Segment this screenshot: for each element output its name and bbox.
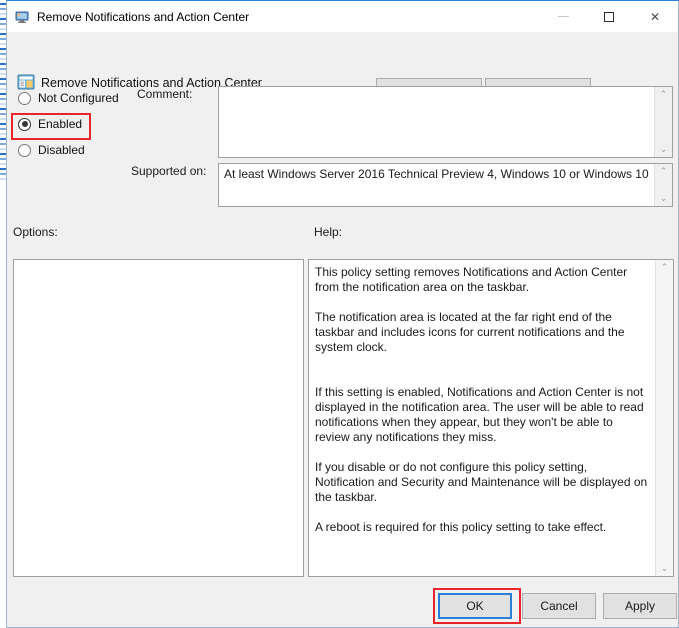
policy-setting-dialog: Remove Notifications and Action Center ✕	[6, 0, 679, 628]
radio-label: Disabled	[38, 143, 85, 157]
radio-disabled[interactable]: Disabled	[13, 137, 143, 163]
radio-icon-selected	[18, 117, 31, 131]
help-paragraph: If this setting is enabled, Notification…	[315, 385, 644, 444]
help-text: This policy setting removes Notification…	[309, 260, 655, 576]
window-title: Remove Notifications and Action Center	[37, 9, 250, 24]
close-button[interactable]: ✕	[632, 1, 678, 32]
scroll-up-icon[interactable]: ⌃	[661, 260, 669, 275]
supported-on-scrollbar[interactable]: ⌃ ⌄	[654, 164, 672, 206]
help-paragraph: The notification area is located at the …	[315, 310, 625, 354]
dialog-header: Remove Notifications and Action Center P…	[7, 32, 678, 104]
comment-label: Comment:	[137, 87, 193, 101]
minimize-icon	[557, 15, 569, 17]
maximize-icon	[604, 11, 614, 22]
comment-scrollbar[interactable]: ⌃ ⌄	[654, 87, 672, 157]
cancel-button[interactable]: Cancel	[522, 593, 596, 619]
scroll-up-icon[interactable]: ⌃	[660, 164, 668, 179]
scroll-down-icon[interactable]: ⌄	[660, 191, 668, 206]
help-panel: This policy setting removes Notification…	[308, 259, 674, 577]
maximize-button[interactable]	[586, 1, 632, 32]
radio-enabled[interactable]: Enabled	[13, 111, 143, 137]
radio-label: Not Configured	[38, 91, 119, 105]
policy-state-radio-group: Not Configured Enabled Disabled	[13, 85, 143, 163]
help-paragraph: A reboot is required for this policy set…	[315, 520, 607, 534]
help-scrollbar[interactable]: ⌃ ⌄	[655, 260, 673, 576]
supported-on-field: At least Windows Server 2016 Technical P…	[218, 163, 673, 207]
close-icon: ✕	[649, 9, 661, 24]
ok-button[interactable]: OK	[438, 593, 512, 619]
help-paragraph: This policy setting removes Notification…	[315, 265, 628, 294]
help-label: Help:	[314, 225, 343, 239]
supported-on-text: At least Windows Server 2016 Technical P…	[224, 167, 649, 181]
supported-on-label: Supported on:	[131, 164, 207, 178]
minimize-button[interactable]	[540, 1, 586, 32]
radio-label: Enabled	[38, 117, 83, 131]
help-paragraph: If you disable or do not configure this …	[315, 460, 648, 504]
scroll-down-icon[interactable]: ⌄	[660, 142, 668, 157]
options-panel[interactable]	[13, 259, 304, 577]
window-controls: ✕	[540, 1, 678, 32]
computer-monitor-icon	[14, 9, 30, 25]
radio-icon	[18, 91, 31, 105]
apply-button[interactable]: Apply	[603, 593, 677, 619]
title-bar[interactable]: Remove Notifications and Action Center ✕	[7, 1, 678, 32]
scroll-down-icon[interactable]: ⌄	[661, 561, 669, 576]
radio-icon	[18, 143, 31, 157]
comment-text[interactable]	[219, 87, 654, 157]
options-label: Options:	[13, 225, 58, 239]
scroll-up-icon[interactable]: ⌃	[660, 87, 668, 102]
comment-input[interactable]: ⌃ ⌄	[218, 86, 673, 158]
radio-not-configured[interactable]: Not Configured	[13, 85, 143, 111]
